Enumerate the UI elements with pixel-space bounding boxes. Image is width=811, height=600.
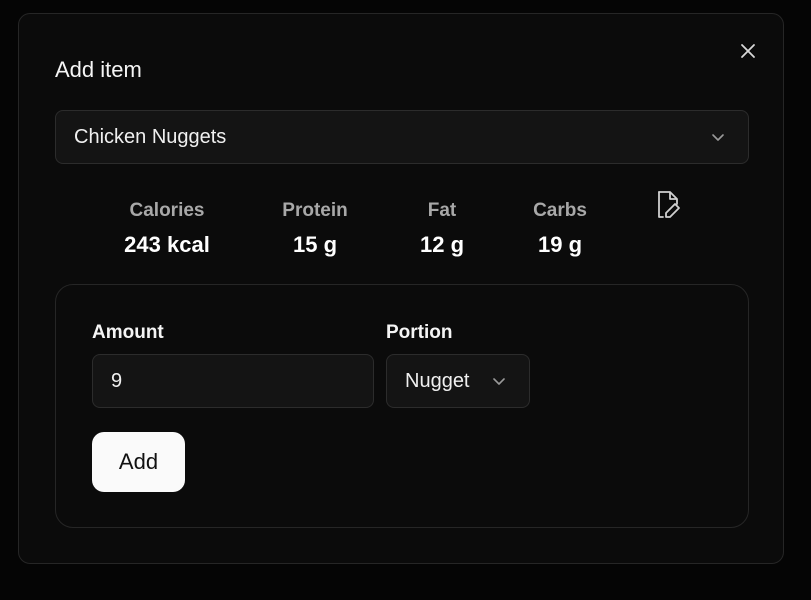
portion-select-value: Nugget [405, 369, 470, 392]
chevron-down-icon [712, 134, 724, 141]
carbs-stat: Carbs 19 g [500, 200, 620, 258]
fat-stat: Fat 12 g [382, 200, 502, 258]
add-item-dialog: Add item Chicken Nuggets Calories 243 kc… [18, 13, 784, 564]
chevron-down-icon [493, 378, 505, 385]
amount-label: Amount [92, 322, 164, 343]
close-icon [741, 44, 755, 58]
portion-label: Portion [386, 322, 453, 343]
fat-value: 12 g [419, 232, 465, 257]
edit-nutrition-button[interactable] [655, 190, 681, 220]
portion-select[interactable]: Nugget [386, 354, 530, 408]
protein-label: Protein [282, 200, 348, 221]
edit-file-icon [658, 191, 680, 218]
calories-value: 243 kcal [124, 232, 210, 257]
calories-stat: Calories 243 kcal [107, 200, 227, 258]
food-select[interactable]: Chicken Nuggets [55, 110, 749, 164]
calories-label: Calories [129, 200, 205, 221]
fat-label: Fat [427, 200, 457, 221]
food-select-value: Chicken Nuggets [74, 125, 227, 148]
dialog-title: Add item [55, 57, 142, 82]
add-button[interactable]: Add [92, 432, 185, 492]
protein-value: 15 g [292, 232, 338, 257]
amount-input[interactable] [92, 354, 374, 408]
portion-card: Amount Portion Nugget Add [55, 284, 749, 528]
protein-stat: Protein 15 g [255, 200, 375, 258]
carbs-value: 19 g [537, 232, 583, 257]
carbs-label: Carbs [533, 200, 587, 221]
close-button[interactable] [737, 40, 759, 62]
